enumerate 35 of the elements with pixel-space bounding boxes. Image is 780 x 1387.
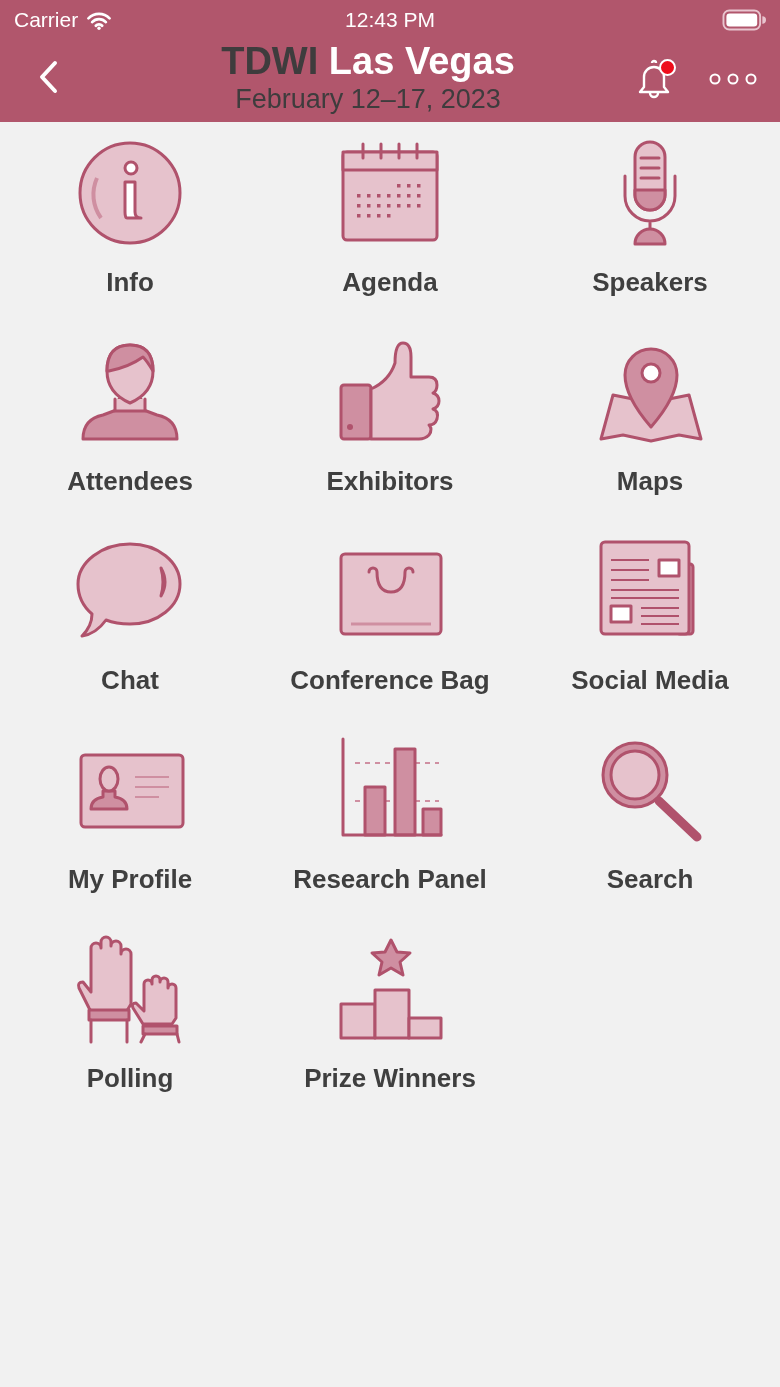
tile-label: Conference Bag (290, 664, 490, 696)
menu-tile[interactable]: Prize Winners (300, 934, 480, 1098)
event-title: Las Vegas (328, 40, 515, 82)
tile-label: My Profile (67, 863, 193, 895)
menu-tile[interactable]: Agenda (331, 138, 449, 302)
menu-tile[interactable]: My Profile (63, 735, 197, 899)
menu-tile[interactable]: Search (591, 735, 709, 899)
clock-time: 12:43 PM (344, 8, 436, 32)
menu-tile[interactable]: Chat (71, 536, 189, 700)
menu-tile[interactable]: Speakers (588, 138, 712, 302)
tile-label: Research Panel (293, 863, 487, 895)
menu-tile[interactable]: Exhibitors (322, 337, 458, 501)
menu-tile[interactable]: Social Media (567, 536, 733, 700)
carrier-name: Carrier (14, 8, 79, 32)
menu-tile[interactable]: Polling (71, 934, 189, 1098)
tile-label: Search (606, 863, 694, 895)
tile-label: Agenda (342, 266, 438, 298)
tile-label: Chat (101, 664, 159, 696)
wifi-icon (86, 10, 113, 30)
tile-label: Info (106, 266, 154, 298)
tile-label: Speakers (592, 266, 708, 298)
menu-tile[interactable]: Conference Bag (286, 536, 494, 700)
event-dates: February 12–17, 2023 (235, 83, 501, 115)
brand-title: TDWI (221, 40, 319, 82)
tile-label: Exhibitors (326, 465, 454, 497)
menu-tile[interactable]: Maps (591, 337, 709, 501)
menu-tile[interactable]: Research Panel (289, 735, 491, 899)
battery-icon (722, 9, 766, 31)
menu-tile[interactable]: Attendees (63, 337, 197, 501)
tile-label: Maps (616, 465, 684, 497)
tile-label: Social Media (571, 664, 729, 696)
tile-label: Prize Winners (304, 1062, 476, 1094)
menu-tile[interactable]: Info (71, 138, 189, 302)
tile-label: Attendees (67, 465, 193, 497)
tile-label: Polling (86, 1062, 174, 1094)
